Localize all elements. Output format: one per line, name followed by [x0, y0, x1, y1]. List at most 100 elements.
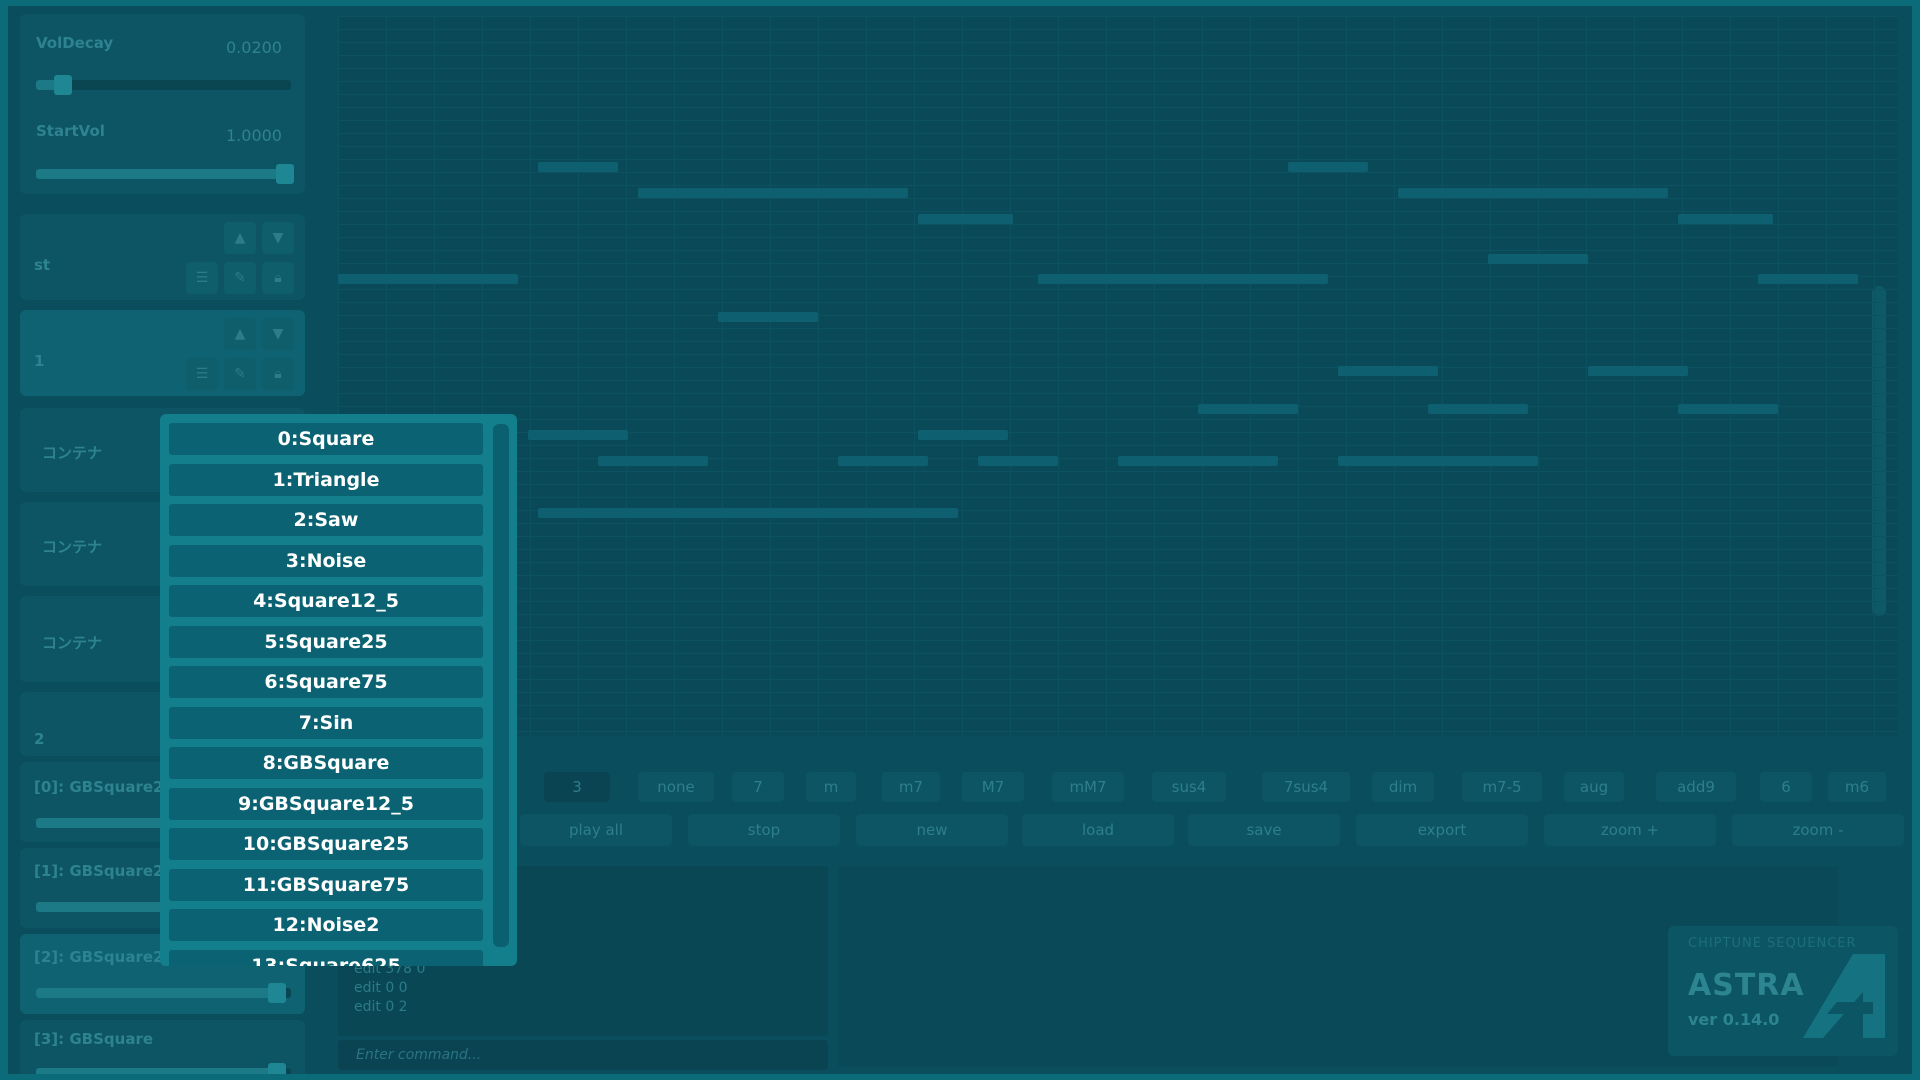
note-block[interactable]	[978, 456, 1058, 466]
waveform-option[interactable]: 3:Noise	[169, 544, 483, 577]
note-block[interactable]	[718, 312, 818, 322]
note-block[interactable]	[1288, 162, 1368, 172]
grid-line	[338, 133, 1898, 134]
grid-line	[1682, 16, 1683, 736]
grid-line	[338, 705, 1898, 706]
param-value-voldecay[interactable]: 0.0200	[226, 38, 282, 57]
voldecay-slider-thumb[interactable]	[54, 75, 72, 95]
chord-chip[interactable]: sus4	[1152, 772, 1226, 802]
tag-icon[interactable]: ✎	[224, 262, 256, 294]
note-block[interactable]	[918, 214, 1013, 224]
note-block[interactable]	[1428, 404, 1528, 414]
chord-chip[interactable]: aug	[1564, 772, 1624, 802]
track-row[interactable]: st ▲ ▼ ☰ ✎ 🔒︎	[20, 214, 305, 300]
note-block[interactable]	[1678, 214, 1773, 224]
note-block[interactable]	[838, 456, 928, 466]
channel-volume-slider[interactable]	[36, 983, 291, 1003]
waveform-option[interactable]: 4:Square12_5	[169, 585, 483, 617]
param-value-startvol[interactable]: 1.0000	[226, 126, 282, 145]
action-button[interactable]: zoom +	[1544, 814, 1716, 846]
note-block[interactable]	[528, 430, 628, 440]
note-block[interactable]	[538, 508, 958, 518]
action-button[interactable]: load	[1022, 814, 1174, 846]
action-button[interactable]: new	[856, 814, 1008, 846]
waveform-option[interactable]: 1:Triangle	[169, 463, 483, 496]
chord-chip[interactable]: 7sus4	[1262, 772, 1350, 802]
chord-chip[interactable]: dim	[1372, 772, 1434, 802]
chord-chip[interactable]: m7-5	[1462, 772, 1542, 802]
action-button[interactable]: save	[1188, 814, 1340, 846]
waveform-dropdown[interactable]: 0:Square 1:Triangle 2:Saw 3:Noise 4:Square12…	[160, 414, 517, 966]
waveform-option[interactable]: 10:GBSquare25	[169, 828, 483, 860]
chord-chip[interactable]: 7	[732, 772, 784, 802]
note-block[interactable]	[1758, 274, 1858, 284]
waveform-option[interactable]: 13:Square625	[169, 949, 483, 966]
note-block[interactable]	[338, 274, 518, 284]
startvol-slider[interactable]	[36, 164, 294, 184]
waveform-option[interactable]: 8:GBSquare	[169, 747, 483, 779]
grid-line	[338, 263, 1898, 264]
channel-slider-thumb[interactable]	[268, 983, 286, 1003]
chord-chip[interactable]: M7	[962, 772, 1024, 802]
note-block[interactable]	[1588, 366, 1688, 376]
note-block[interactable]	[598, 456, 708, 466]
action-button[interactable]: stop	[688, 814, 840, 846]
lock-icon[interactable]: 🔒︎	[262, 358, 294, 390]
move-up-button[interactable]: ▲	[224, 318, 256, 350]
note-block[interactable]	[1038, 274, 1328, 284]
chord-chip[interactable]: none	[638, 772, 714, 802]
waveform-option[interactable]: 7:Sin	[169, 706, 483, 739]
note-block[interactable]	[638, 188, 908, 198]
channel-row[interactable]: [3]: GBSquare	[20, 1020, 305, 1074]
action-button[interactable]: export	[1356, 814, 1528, 846]
grid-line	[1730, 16, 1731, 736]
grid-line	[338, 107, 1898, 108]
waveform-option[interactable]: 0:Square	[169, 423, 483, 455]
channel-volume-slider[interactable]	[36, 1063, 291, 1074]
note-block[interactable]	[918, 430, 1008, 440]
voldecay-slider[interactable]	[36, 75, 291, 95]
waveform-option[interactable]: 11:GBSquare75	[169, 868, 483, 901]
chord-chip[interactable]: m	[806, 772, 856, 802]
action-button[interactable]: play all	[520, 814, 672, 846]
note-block[interactable]	[1338, 366, 1438, 376]
list-icon[interactable]: ☰	[186, 262, 218, 294]
note-block[interactable]	[538, 162, 618, 172]
waveform-option[interactable]: 6:Square75	[169, 666, 483, 698]
piano-roll[interactable]	[338, 16, 1898, 736]
command-input[interactable]	[338, 1040, 828, 1070]
waveform-option[interactable]: 2:Saw	[169, 504, 483, 536]
grid-line	[338, 120, 1898, 121]
note-block[interactable]	[1118, 456, 1278, 466]
tag-icon[interactable]: ✎	[224, 358, 256, 390]
channel-slider-thumb[interactable]	[268, 1063, 286, 1074]
waveform-option[interactable]: 12:Noise2	[169, 909, 483, 941]
grid-line	[338, 16, 1898, 17]
startvol-slider-thumb[interactable]	[276, 164, 294, 184]
note-block[interactable]	[1398, 188, 1668, 198]
chord-chip[interactable]: m6	[1828, 772, 1886, 802]
note-block[interactable]	[1338, 456, 1538, 466]
lock-icon[interactable]: 🔒︎	[262, 262, 294, 294]
grid-line	[674, 16, 675, 736]
grid-line	[338, 575, 1898, 576]
chord-chip[interactable]: add9	[1656, 772, 1736, 802]
track-row[interactable]: 1 ▲ ▼ ☰ ✎ 🔒︎	[20, 310, 305, 396]
chord-chip[interactable]: 3	[544, 772, 610, 802]
move-up-button[interactable]: ▲	[224, 222, 256, 254]
waveform-option[interactable]: 5:Square25	[169, 625, 483, 658]
note-block[interactable]	[1678, 404, 1778, 414]
chord-chip[interactable]: 6	[1760, 772, 1812, 802]
dropdown-scrollbar[interactable]	[493, 424, 509, 947]
grid-line	[338, 419, 1898, 420]
list-icon[interactable]: ☰	[186, 358, 218, 390]
waveform-option[interactable]: 9:GBSquare12_5	[169, 787, 483, 820]
chord-chip[interactable]: mM7	[1052, 772, 1124, 802]
move-down-button[interactable]: ▼	[262, 222, 294, 254]
note-block[interactable]	[1488, 254, 1588, 264]
action-button[interactable]: zoom -	[1732, 814, 1904, 846]
chord-chip[interactable]: m7	[882, 772, 940, 802]
note-block[interactable]	[1198, 404, 1298, 414]
move-down-button[interactable]: ▼	[262, 318, 294, 350]
grid-line	[578, 16, 579, 736]
